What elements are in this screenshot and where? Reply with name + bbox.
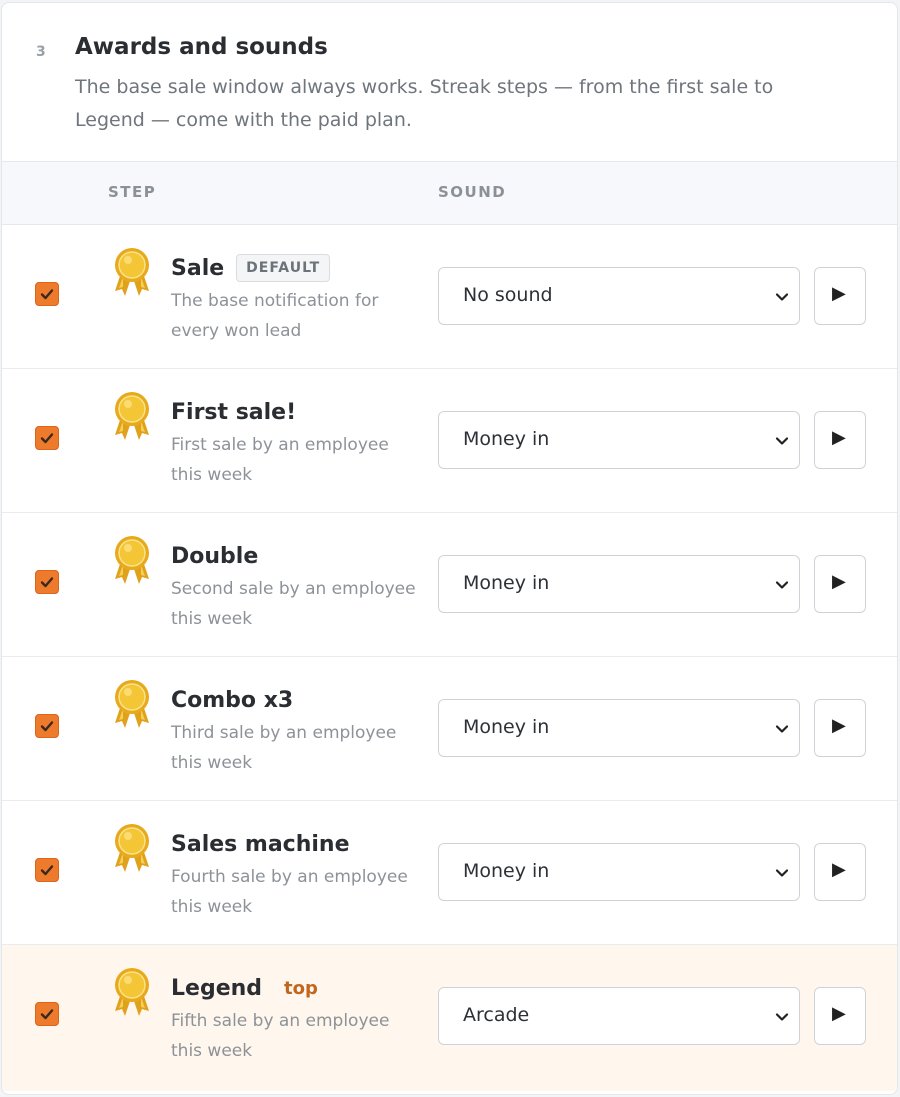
medal-icon: [111, 535, 153, 591]
sound-select[interactable]: No sound: [438, 267, 800, 325]
sound-select-value: Money in: [463, 860, 550, 882]
play-sound-button[interactable]: ▶: [814, 267, 866, 325]
section-number: 3: [36, 44, 46, 60]
steps-list: Sale DEFAULT The base notification for e…: [2, 225, 897, 1091]
checkmark-icon: [40, 433, 54, 444]
step-enabled-checkbox[interactable]: [35, 1002, 59, 1026]
medal-icon: [111, 967, 153, 1023]
play-icon: ▶: [832, 859, 846, 880]
step-row: First sale! First sale by an employee th…: [2, 369, 897, 513]
medal-icon: [111, 247, 153, 303]
step-name: Sale: [171, 255, 225, 281]
play-sound-button[interactable]: ▶: [814, 843, 866, 901]
chevron-down-icon: [775, 869, 789, 877]
step-name-line: Sale DEFAULT: [171, 251, 331, 285]
step-enabled-checkbox[interactable]: [35, 714, 59, 738]
play-sound-button[interactable]: ▶: [814, 411, 866, 469]
section-title: Awards and sounds: [75, 34, 328, 60]
step-description: Fourth sale by an employee this week: [171, 867, 408, 917]
step-description: Fifth sale by an employee this week: [171, 1011, 390, 1061]
play-icon: ▶: [832, 283, 846, 304]
awards-sounds-card: 3 Awards and sounds The base sale window…: [1, 2, 898, 1095]
checkmark-icon: [40, 721, 54, 732]
step-name: Legend: [171, 975, 263, 1001]
default-badge: DEFAULT: [236, 254, 331, 282]
sound-select-value: Money in: [463, 428, 550, 450]
sound-select-value: Money in: [463, 572, 550, 594]
step-row: Combo x3 Third sale by an employee this …: [2, 657, 897, 801]
step-name: Combo x3: [171, 687, 294, 713]
step-enabled-checkbox[interactable]: [35, 858, 59, 882]
step-name: Sales machine: [171, 831, 350, 857]
medal-icon: [111, 679, 153, 735]
chevron-down-icon: [775, 1013, 789, 1021]
top-tag: top: [284, 977, 318, 999]
checkmark-icon: [40, 577, 54, 588]
sound-select-value: Money in: [463, 716, 550, 738]
section-description: The base sale window always works. Strea…: [75, 76, 774, 131]
section-header: 3 Awards and sounds The base sale window…: [2, 3, 897, 162]
sound-select-value: No sound: [463, 284, 553, 306]
checkmark-icon: [40, 289, 54, 300]
medal-icon: [111, 391, 153, 447]
play-icon: ▶: [832, 715, 846, 736]
sound-select[interactable]: Money in: [438, 843, 800, 901]
step-row: Legend top Fifth sale by an employee thi…: [2, 945, 897, 1091]
sound-select-value: Arcade: [463, 1004, 530, 1026]
play-icon: ▶: [832, 427, 846, 448]
sound-select[interactable]: Arcade: [438, 987, 800, 1045]
column-header-step: STEP: [108, 183, 157, 201]
step-name-line: Legend top: [171, 971, 318, 1005]
step-description: First sale by an employee this week: [171, 435, 389, 485]
medal-icon: [111, 823, 153, 879]
step-name: Double: [171, 543, 259, 569]
chevron-down-icon: [775, 725, 789, 733]
step-name-line: Sales machine: [171, 827, 350, 861]
sound-select[interactable]: Money in: [438, 555, 800, 613]
step-name-line: Double: [171, 539, 258, 573]
step-description: Second sale by an employee this week: [171, 579, 416, 629]
column-header-sound: SOUND: [438, 183, 507, 201]
play-icon: ▶: [832, 1003, 846, 1024]
step-description: Third sale by an employee this week: [171, 723, 397, 773]
play-sound-button[interactable]: ▶: [814, 555, 866, 613]
table-header: STEP SOUND: [2, 162, 897, 225]
step-row: Double Second sale by an employee this w…: [2, 513, 897, 657]
play-icon: ▶: [832, 571, 846, 592]
checkmark-icon: [40, 1009, 54, 1020]
step-enabled-checkbox[interactable]: [35, 570, 59, 594]
step-name: First sale!: [171, 399, 297, 425]
play-sound-button[interactable]: ▶: [814, 699, 866, 757]
step-description: The base notification for every won lead: [171, 291, 379, 341]
step-name-line: Combo x3: [171, 683, 293, 717]
step-enabled-checkbox[interactable]: [35, 282, 59, 306]
sound-select[interactable]: Money in: [438, 411, 800, 469]
play-sound-button[interactable]: ▶: [814, 987, 866, 1045]
chevron-down-icon: [775, 293, 789, 301]
step-row: Sales machine Fourth sale by an employee…: [2, 801, 897, 945]
step-enabled-checkbox[interactable]: [35, 426, 59, 450]
step-name-line: First sale!: [171, 395, 296, 429]
chevron-down-icon: [775, 437, 789, 445]
step-row: Sale DEFAULT The base notification for e…: [2, 225, 897, 369]
checkmark-icon: [40, 865, 54, 876]
sound-select[interactable]: Money in: [438, 699, 800, 757]
chevron-down-icon: [775, 581, 789, 589]
